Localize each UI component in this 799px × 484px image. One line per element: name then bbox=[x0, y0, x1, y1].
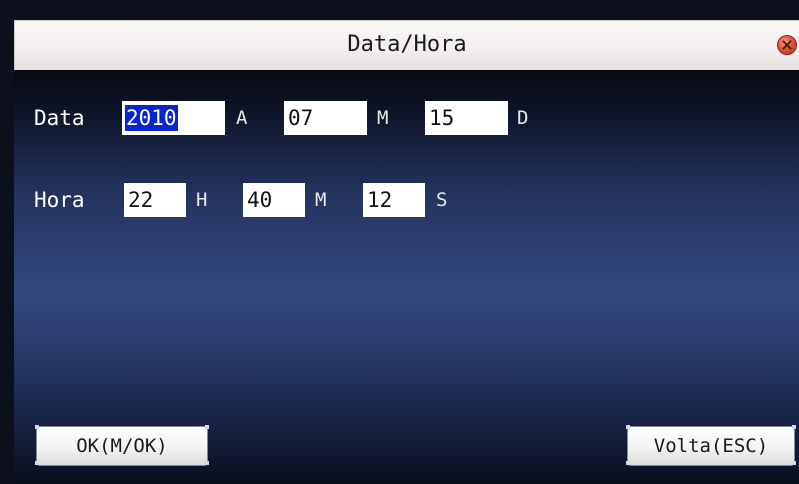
date-label: Data bbox=[34, 106, 85, 130]
title-bar: Data/Hora bbox=[14, 20, 799, 70]
day-unit: D bbox=[517, 107, 529, 129]
window-title: Data/Hora bbox=[347, 32, 467, 57]
year-unit: A bbox=[236, 107, 248, 129]
date-time-panel: Data 2010 A 07 M 15 D Hora 22 H 40 M 12 … bbox=[14, 70, 799, 484]
ok-button[interactable]: OK(M/OK) bbox=[35, 425, 209, 466]
minute-unit: M bbox=[315, 189, 327, 211]
time-label: Hora bbox=[34, 188, 85, 212]
hour-value: 22 bbox=[128, 188, 154, 212]
hour-unit: H bbox=[196, 189, 208, 211]
day-field[interactable]: 15 bbox=[425, 101, 508, 135]
second-unit: S bbox=[436, 189, 448, 211]
minute-value: 40 bbox=[247, 188, 273, 212]
year-field[interactable]: 2010 bbox=[122, 101, 225, 135]
back-button[interactable]: Volta(ESC) bbox=[626, 425, 796, 466]
second-value: 12 bbox=[367, 188, 393, 212]
minute-field[interactable]: 40 bbox=[243, 183, 305, 217]
year-value: 2010 bbox=[125, 105, 178, 131]
day-value: 15 bbox=[429, 106, 455, 130]
second-field[interactable]: 12 bbox=[363, 183, 425, 217]
device-screen: Data/Hora Data 2010 A 07 M 15 D Hora 22 … bbox=[0, 0, 799, 484]
month-field[interactable]: 07 bbox=[284, 101, 367, 135]
hour-field[interactable]: 22 bbox=[124, 183, 186, 217]
close-icon[interactable] bbox=[777, 35, 797, 55]
month-unit: M bbox=[377, 107, 389, 129]
month-value: 07 bbox=[288, 106, 314, 130]
